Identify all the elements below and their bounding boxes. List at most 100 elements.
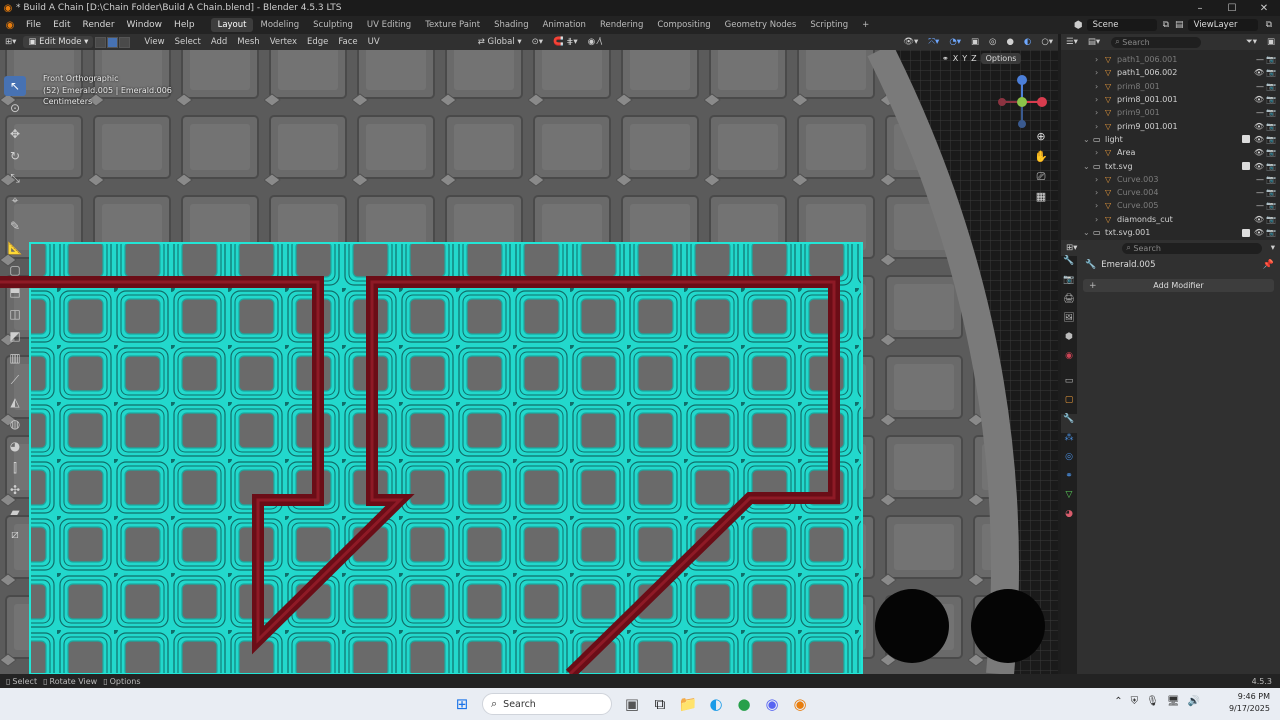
expand-arrow-icon[interactable]: › [1095,215,1105,224]
transform-tool-icon[interactable]: ⌖ [4,190,26,210]
shear-tool-icon[interactable]: ▰ [4,502,26,522]
new-view-layer-icon[interactable]: ⧉ [1266,20,1272,30]
render-camera-icon[interactable]: 📷 [1266,201,1276,210]
expand-arrow-icon[interactable]: › [1095,148,1105,157]
menu-window[interactable]: Window [121,20,169,30]
tab-rendering[interactable]: Rendering [593,18,650,32]
hidden-eye-icon[interactable]: — [1256,82,1264,91]
3d-viewport[interactable] [0,50,1058,674]
capcut-app-icon[interactable]: ⧉ [646,690,674,718]
windows-start-icon[interactable]: ⊞ [448,690,476,718]
add-workspace-button[interactable]: + [855,18,876,32]
render-camera-icon[interactable]: 📷 [1266,108,1276,117]
expand-arrow-icon[interactable]: › [1095,55,1105,64]
render-camera-icon[interactable]: 📷 [1266,95,1276,104]
menu-vertex[interactable]: Vertex [265,37,302,47]
outliner-row[interactable]: › ▽ prim9_001 — 📷 [1061,106,1280,119]
knife-tool-icon[interactable]: ⟋ [4,370,26,390]
render-tab-icon[interactable]: 📷 [1061,275,1077,294]
face-select-button[interactable] [119,36,131,48]
volume-icon[interactable]: 🔊 [1188,696,1200,707]
taskbar-search[interactable]: ⌕ Search [482,693,612,715]
blender-taskbar-icon[interactable]: ◉ [786,690,814,718]
eye-icon[interactable]: 👁 [1254,148,1264,157]
expand-arrow-icon[interactable]: › [1095,188,1105,197]
tab-animation[interactable]: Animation [536,18,593,32]
options-dropdown[interactable]: Options [980,53,1022,64]
vertex-select-button[interactable] [95,36,107,48]
extrude-tool-icon[interactable]: ⬒ [4,282,26,302]
expand-arrow-icon[interactable]: ⌄ [1083,162,1093,171]
outliner-search[interactable]: ⌕ Search [1111,36,1202,48]
modifier-tab-icon[interactable]: 🔧 [1061,414,1077,433]
expand-arrow-icon[interactable]: › [1095,68,1105,77]
clock[interactable]: 9:46 PM 9/17/2025 [1229,691,1270,715]
expand-arrow-icon[interactable]: › [1095,122,1105,131]
collection-tab-icon[interactable]: ▭ [1061,376,1077,395]
object-tab-icon[interactable]: ▢ [1061,395,1077,414]
constraints-tab-icon[interactable]: ⚭ [1061,471,1077,490]
expand-arrow-icon[interactable]: › [1095,82,1105,91]
visibility-icon[interactable]: 👁▾ [898,37,923,47]
properties-options-icon[interactable]: ▾ [1266,243,1280,253]
add-cube-tool-icon[interactable]: ▢ [4,260,26,280]
render-camera-icon[interactable]: 📷 [1266,55,1276,64]
outliner-row[interactable]: › ▽ Curve.003 — 📷 [1061,173,1280,186]
proportional-edit-icon[interactable]: ◉ ⁄\ [583,37,607,47]
editor-type-icon[interactable]: ⊞▾ [0,37,21,47]
expand-arrow-icon[interactable]: ⌄ [1083,135,1093,144]
output-tab-icon[interactable]: 🖨 [1061,294,1077,313]
render-camera-icon[interactable]: 📷 [1266,122,1276,131]
inset-tool-icon[interactable]: ◫ [4,304,26,324]
menu-help[interactable]: Help [168,20,201,30]
tab-compositing[interactable]: Compositing [650,18,717,32]
outliner-row[interactable]: › ▽ path1_006.002 👁 📷 [1061,66,1280,79]
menu-edit[interactable]: Edit [47,20,76,30]
tab-shading[interactable]: Shading [487,18,536,32]
properties-editor-icon[interactable]: ⊞▾ [1061,243,1082,253]
render-camera-icon[interactable]: 📷 [1266,188,1276,197]
particles-tab-icon[interactable]: ⁂ [1061,433,1077,452]
hidden-eye-icon[interactable]: — [1256,201,1264,210]
mic-icon[interactable]: 🎙 [1146,696,1159,707]
expand-arrow-icon[interactable]: › [1095,108,1105,117]
cursor-tool-icon[interactable]: ⊙ [4,98,26,118]
render-camera-icon[interactable]: 📷 [1266,162,1276,171]
hidden-eye-icon[interactable]: — [1256,188,1264,197]
axis-y-toggle[interactable]: Y [962,54,967,63]
axis-z-toggle[interactable]: Z [971,54,976,63]
exclude-checkbox[interactable] [1242,228,1250,237]
loop-cut-tool-icon[interactable]: ▥ [4,348,26,368]
render-camera-icon[interactable]: 📷 [1266,148,1276,157]
hidden-eye-icon[interactable]: — [1256,55,1264,64]
file-explorer-icon[interactable]: 📁 [674,690,702,718]
mirror-icon[interactable]: ⚭ [942,54,949,63]
exclude-checkbox[interactable] [1242,162,1250,171]
add-modifier-button[interactable]: + Add Modifier [1083,279,1274,292]
mode-selector[interactable]: ▣ Edit Mode ▾ [23,36,94,48]
menu-add[interactable]: Add [206,37,232,47]
maximize-button[interactable]: ☐ [1216,0,1248,16]
tab-texture-paint[interactable]: Texture Paint [418,18,487,32]
eye-icon[interactable]: 👁 [1254,215,1264,224]
smooth-tool-icon[interactable]: ◕ [4,436,26,456]
zoom-icon[interactable]: ⊕ [1033,130,1049,150]
render-camera-icon[interactable]: 📷 [1266,135,1276,144]
shrink-fatten-tool-icon[interactable]: ✣ [4,480,26,500]
security-icon[interactable]: ⛨ [1131,696,1139,707]
eye-icon[interactable]: 👁 [1254,135,1264,144]
exclude-checkbox[interactable] [1242,135,1250,144]
shading-material-icon[interactable]: ◐ [1019,37,1036,47]
close-button[interactable]: ✕ [1248,0,1280,16]
tool-tab-icon[interactable]: 🔧 [1061,256,1077,275]
render-camera-icon[interactable]: 📷 [1266,228,1276,237]
copy-scene-icon[interactable]: ⧉ [1163,20,1169,30]
world-tab-icon[interactable]: ◉ [1061,351,1077,370]
menu-mesh[interactable]: Mesh [232,37,264,47]
orientation-dropdown[interactable]: ⇄ Global ▾ [473,37,527,47]
display-mode-icon[interactable]: ▤▾ [1083,37,1105,47]
gizmo-toggle-icon[interactable]: ⤧▾ [923,37,944,47]
outliner-row[interactable]: › ▽ prim8_001.001 👁 📷 [1061,93,1280,106]
edge-slide-tool-icon[interactable]: ⫿ [4,458,26,478]
eye-icon[interactable]: 👁 [1254,122,1264,131]
